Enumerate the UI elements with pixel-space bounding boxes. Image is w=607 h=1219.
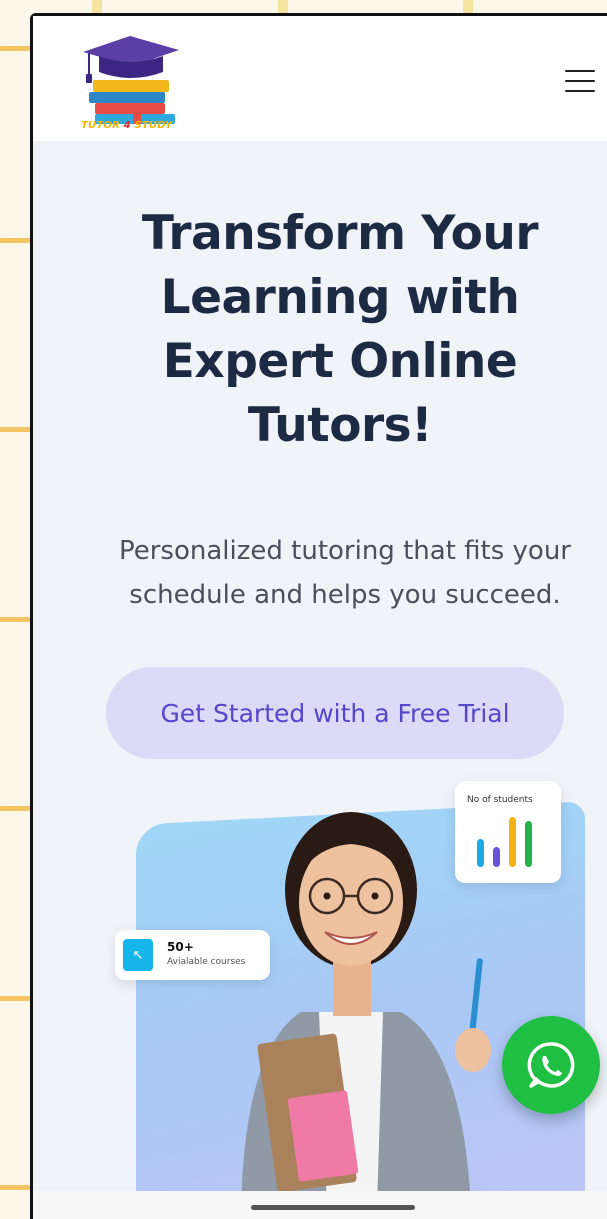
site-header: TUTOR 4 STUDY — [33, 16, 607, 141]
students-stat-card: No of students — [455, 781, 561, 883]
graduation-cap-books-icon — [83, 36, 179, 124]
whatsapp-icon — [527, 1042, 575, 1088]
phone-frame: TUTOR 4 STUDY Transform Your Learning wi… — [30, 13, 607, 1219]
background-stripe — [278, 0, 288, 14]
bar-chart-icon — [477, 817, 532, 867]
hamburger-menu-icon[interactable] — [565, 70, 595, 94]
background-stripe — [0, 996, 32, 1001]
logo-text: TUTOR 4 STUDY — [81, 120, 173, 131]
free-trial-button[interactable]: Get Started with a Free Trial — [106, 667, 564, 759]
arrow-up-left-icon: ↖ — [123, 939, 153, 971]
home-indicator[interactable] — [251, 1205, 415, 1210]
background-stripe — [0, 46, 32, 51]
background-stripe — [463, 0, 473, 14]
students-stat-label: No of students — [467, 795, 533, 805]
whatsapp-chat-button[interactable] — [502, 1016, 600, 1114]
background-stripe — [0, 617, 32, 622]
courses-label: Avialable courses — [167, 957, 246, 967]
background-stripe — [92, 0, 102, 14]
hero-subtitle: Personalized tutoring that fits your sch… — [118, 536, 571, 610]
screen: TUTOR 4 STUDY Transform Your Learning wi… — [33, 16, 607, 1219]
hero-title: Transform Your Learning with Expert Onli… — [141, 206, 539, 453]
courses-count: 50+ — [167, 940, 194, 954]
background-stripe — [0, 806, 32, 811]
system-navigation-bar — [33, 1191, 607, 1219]
courses-stat-card: ↖ 50+ Avialable courses — [115, 930, 270, 980]
background-stripe — [0, 1185, 32, 1190]
background-stripe — [0, 238, 32, 243]
logo[interactable]: TUTOR 4 STUDY — [75, 32, 185, 137]
background-stripe — [0, 427, 32, 432]
